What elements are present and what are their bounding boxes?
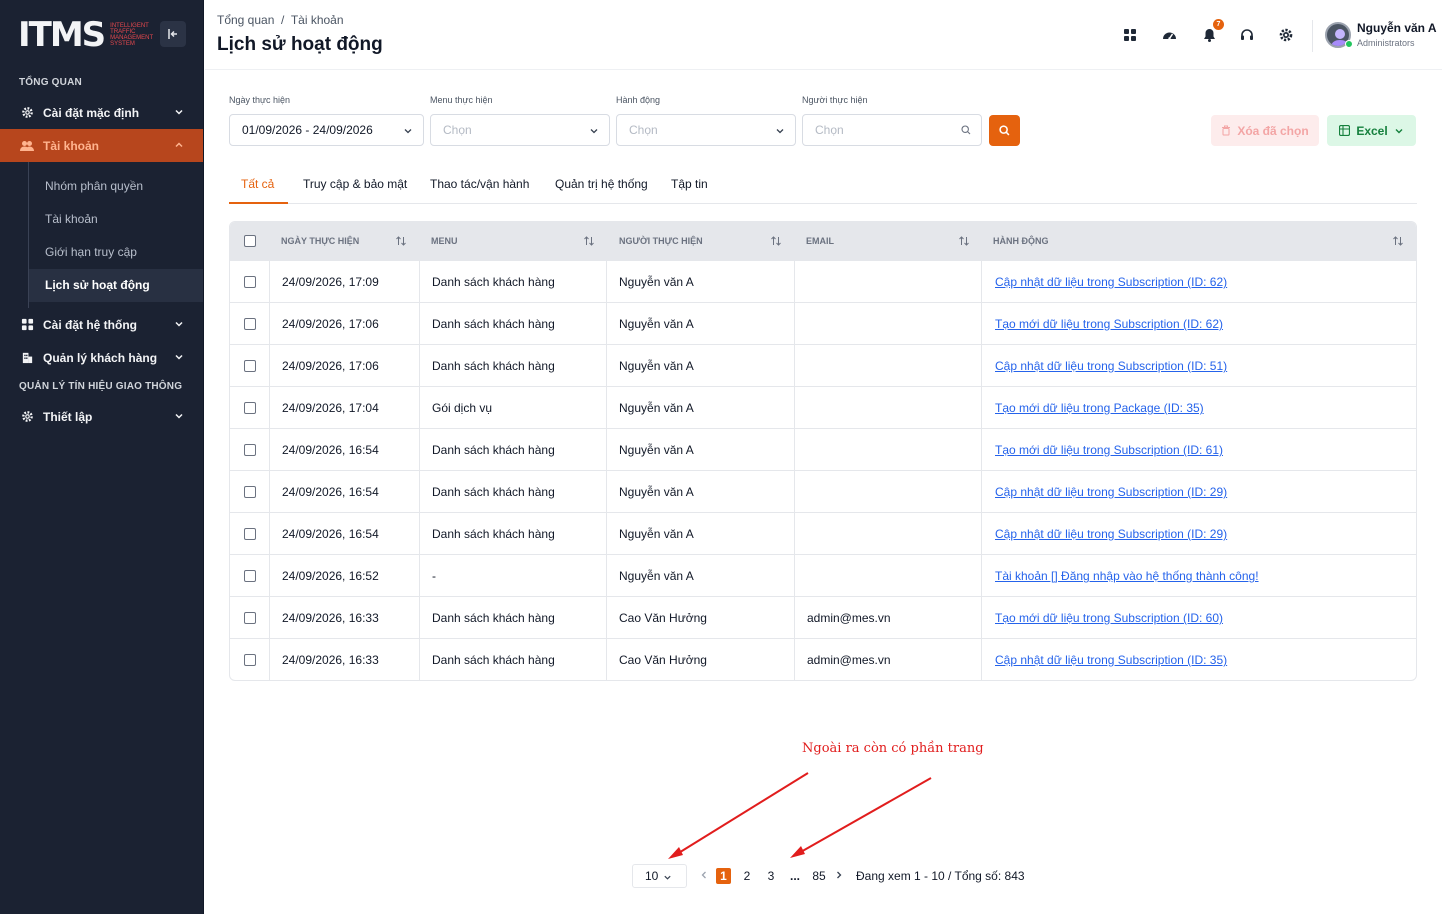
collapse-icon xyxy=(168,29,177,39)
grid-icon xyxy=(1124,29,1136,41)
page-1[interactable]: 1 xyxy=(716,868,731,884)
chevron-down-icon xyxy=(175,321,183,327)
page-size-value: 10 xyxy=(645,869,659,883)
sidebar-item-label: Cài đặt hệ thống xyxy=(43,317,137,332)
chevron-right-icon xyxy=(837,871,842,879)
notifications-button[interactable]: 7 xyxy=(1198,19,1224,46)
sidebar-subitem-accounts[interactable]: Tài khoản xyxy=(29,203,203,236)
notification-badge: 7 xyxy=(1213,19,1224,30)
support-button[interactable] xyxy=(1236,24,1258,46)
annotation-arrow-page-size xyxy=(676,772,809,855)
collapse-sidebar-button[interactable] xyxy=(160,21,186,47)
next-page-button[interactable] xyxy=(834,868,844,884)
user-role: Administrators xyxy=(1357,38,1415,48)
sidebar-item-setup[interactable]: Thiết lập xyxy=(0,400,203,433)
sidebar-item-label: Cài đặt mặc định xyxy=(43,105,140,120)
chevron-down-icon xyxy=(175,354,183,360)
sidebar-item-customers[interactable]: Quản lý khách hàng xyxy=(0,341,203,374)
page-ellipsis[interactable]: ... xyxy=(788,868,802,884)
annotation-arrows xyxy=(668,772,932,859)
logo-subtitle: Intelligent Traffic Management System xyxy=(110,23,154,47)
settings-button[interactable] xyxy=(1275,24,1297,46)
gear-icon xyxy=(1279,28,1293,42)
sidebar-item-accounts[interactable]: Tài khoản xyxy=(0,129,203,162)
user-name[interactable]: Nguyễn văn A xyxy=(1357,21,1437,35)
speedometer-icon xyxy=(1162,32,1176,40)
accounts-submenu: Nhóm phân quyền Tài khoản Giới hạn truy … xyxy=(28,162,203,308)
chevron-down-icon xyxy=(175,413,183,419)
logo-text: ITMS xyxy=(18,15,106,55)
pagination-info: Đang xem 1 - 10 / Tổng số: 843 xyxy=(856,869,1025,883)
sidebar-item-label: Tài khoản xyxy=(43,138,100,153)
prev-page-button[interactable] xyxy=(699,868,709,884)
sidebar-item-default-settings[interactable]: Cài đặt mặc định xyxy=(0,96,203,129)
sidebar: ITMS Intelligent Traffic Management Syst… xyxy=(0,0,204,914)
building-icon xyxy=(20,351,34,365)
page-2[interactable]: 2 xyxy=(742,868,752,884)
sliders-icon xyxy=(20,318,34,332)
dashboard-button[interactable] xyxy=(1158,24,1180,46)
sidebar-item-label: Quản lý khách hàng xyxy=(43,350,158,365)
chevron-left-icon xyxy=(701,871,706,879)
sidebar-section-traffic: QUẢN LÝ TÍN HIỆU GIAO THÔNG xyxy=(19,381,183,392)
sidebar-subitem-activity-history[interactable]: Lịch sử hoạt động xyxy=(29,269,203,302)
online-status-dot xyxy=(1345,40,1353,48)
sidebar-subitem-permission-groups[interactable]: Nhóm phân quyền xyxy=(29,170,203,203)
chevron-down-icon xyxy=(664,875,671,880)
sidebar-subitem-access-limits[interactable]: Giới hạn truy cập xyxy=(29,236,203,269)
page-title: Lịch sử hoạt động xyxy=(217,34,383,55)
top-header: Tổng quan / Tài khoản Lịch sử hoạt động … xyxy=(205,0,1442,70)
sidebar-item-system-settings[interactable]: Cài đặt hệ thống xyxy=(0,308,203,341)
chevron-up-icon xyxy=(175,142,183,148)
sidebar-section-overview: TỔNG QUAN xyxy=(19,77,82,88)
logo: ITMS Intelligent Traffic Management Syst… xyxy=(0,0,203,70)
apps-button[interactable] xyxy=(1119,24,1141,46)
users-icon xyxy=(20,139,34,153)
header-divider xyxy=(1312,20,1313,52)
main-content: Ngày thực hiện 01/09/2026 - 24/09/2026 M… xyxy=(205,70,1442,914)
sidebar-item-label: Thiết lập xyxy=(43,409,93,424)
page-3[interactable]: 3 xyxy=(766,868,776,884)
bell-icon xyxy=(1203,29,1215,42)
breadcrumb[interactable]: Tổng quan / Tài khoản xyxy=(217,13,344,27)
page-size-select[interactable]: 10 xyxy=(632,864,687,888)
page-85[interactable]: 85 xyxy=(810,868,828,884)
chevron-down-icon xyxy=(175,109,183,115)
pagination: 10 1 2 3 ... 85 Đang xem 1 - 10 / Tổng s… xyxy=(205,864,1442,888)
gear-icon xyxy=(20,106,34,120)
annotation-arrow-pages xyxy=(798,777,932,854)
headset-icon xyxy=(1241,29,1253,40)
gear-icon xyxy=(20,410,34,424)
